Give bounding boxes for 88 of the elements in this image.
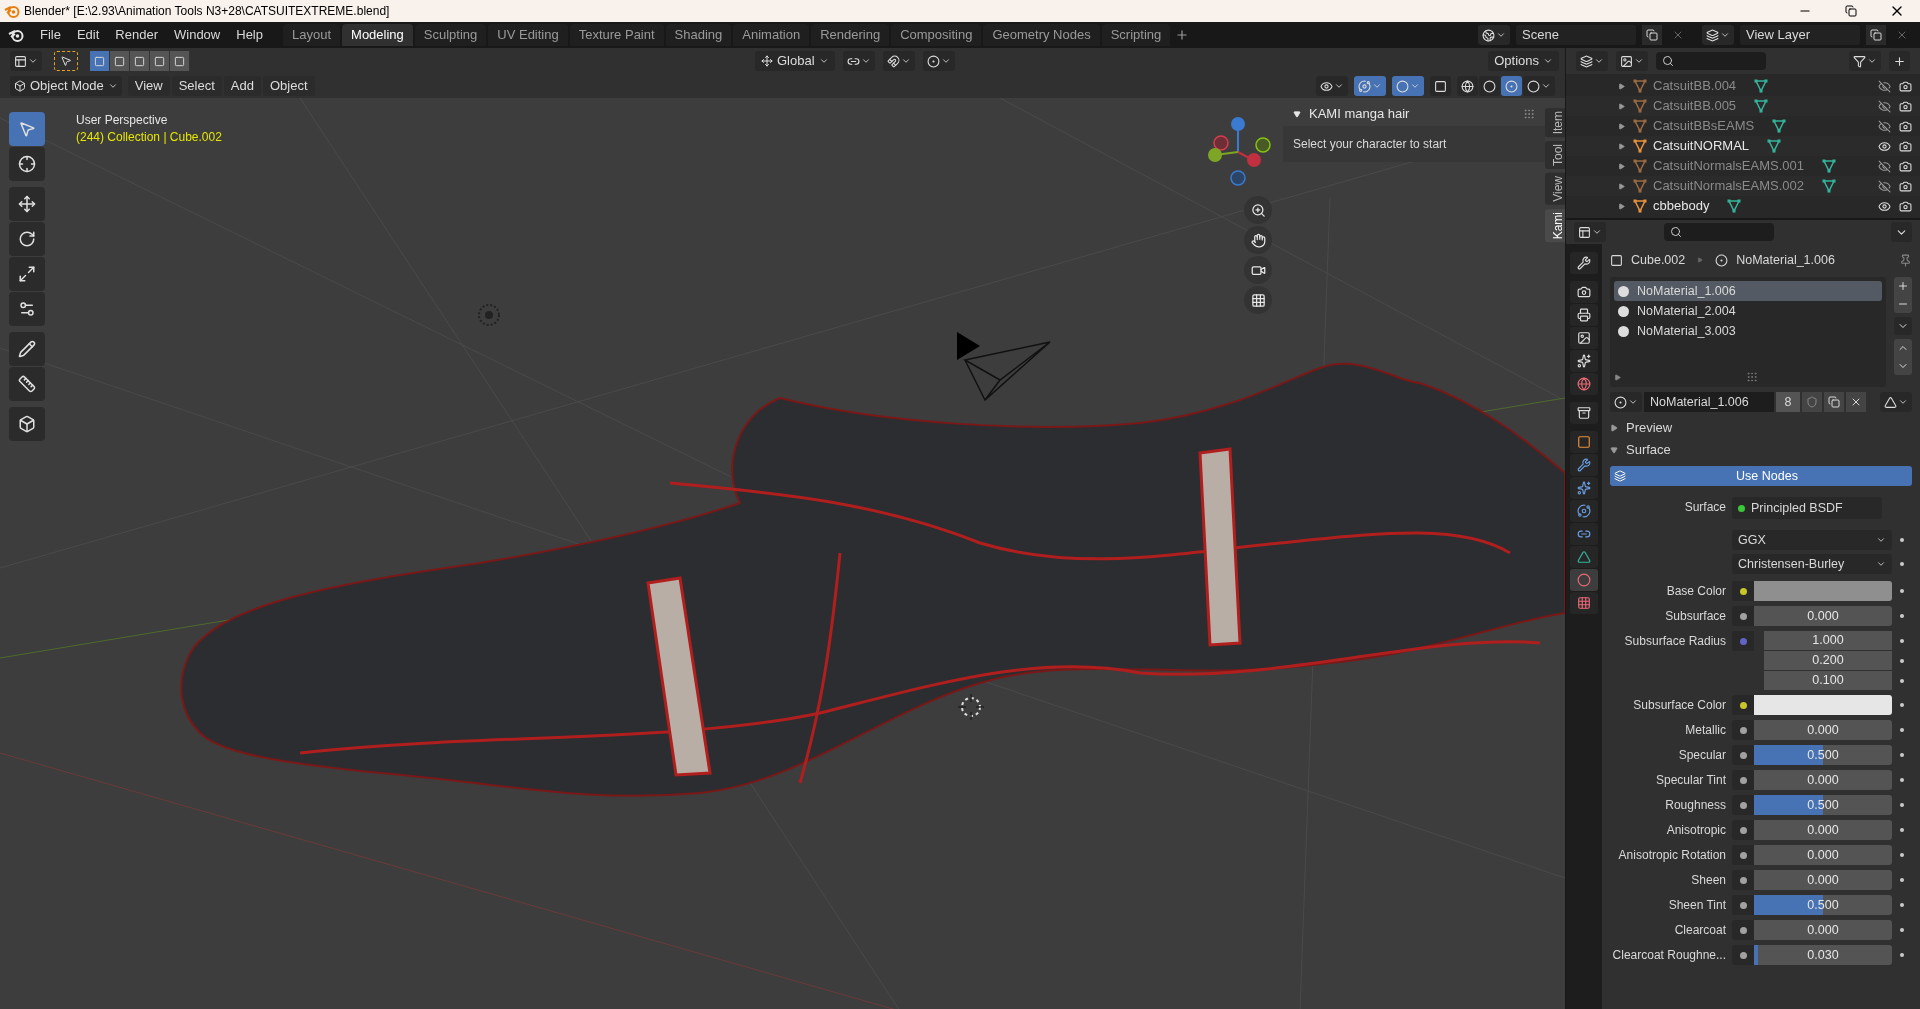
mode-dropdown[interactable]: Object Mode (10, 76, 122, 96)
outliner-item[interactable]: CatsuitBBsEAMS (1653, 116, 1755, 136)
value-slider[interactable]: 0.500 (1754, 795, 1892, 815)
sidebar-tab[interactable]: View (1545, 173, 1565, 206)
input-label: Subsurface Radius (1624, 633, 1726, 650)
workspace-tab[interactable]: Texture Paint (569, 24, 664, 46)
value-slider[interactable]: 0.030 (1754, 945, 1892, 965)
menu-item[interactable]: Edit (68, 25, 108, 45)
input-label: Specular Tint (1655, 772, 1726, 789)
sidebar-tab[interactable]: Kami (1545, 209, 1565, 243)
surface-shader-field[interactable]: Principled BSDF (1732, 497, 1882, 519)
workspace-tab[interactable]: Layout (283, 24, 341, 46)
workspace-tab[interactable]: Compositing (891, 24, 982, 46)
value-slider[interactable]: 0.000 (1754, 870, 1892, 890)
outliner-item[interactable]: CatsuitNormalsEAMS.002 (1653, 176, 1804, 196)
input-label: Subsurface Color (1633, 697, 1726, 714)
menu-item[interactable]: Help (228, 25, 271, 45)
menu-item[interactable]: Window (166, 25, 229, 45)
dropdown[interactable]: GGX (1732, 530, 1892, 550)
viewport-menu[interactable]: Add (223, 76, 261, 96)
input-label: Subsurface (1665, 608, 1726, 625)
scene-field[interactable]: Scene (1516, 25, 1636, 45)
value-slider[interactable]: 0.000 (1754, 606, 1892, 626)
workspace-tab[interactable]: Sculpting (414, 24, 487, 46)
outliner-item[interactable]: CatsuitNormalsEAMS.001 (1653, 156, 1804, 176)
workspace-tab[interactable]: Animation (733, 24, 810, 46)
input-label: Metallic (1685, 722, 1726, 739)
input-label: Clearcoat (1674, 922, 1726, 939)
vector-value-field[interactable]: 0.200 (1764, 651, 1892, 670)
input-label: Specular (1678, 747, 1726, 764)
sidebar-tab[interactable]: Tool (1545, 141, 1565, 170)
value-slider[interactable]: 0.000 (1754, 720, 1892, 740)
workspace-tab[interactable]: Rendering (811, 24, 890, 46)
window-title: Blender* [E:\2.93\Animation Tools N3+28\CATSUITEXTREME.blend] (24, 3, 390, 20)
panel-header[interactable]: Preview (1610, 417, 1912, 439)
workspace-tab[interactable]: Geometry Nodes (983, 24, 1100, 46)
panel-message: Select your character to start (1293, 136, 1447, 153)
slot-name: NoMaterial_3.003 (1637, 322, 1736, 340)
outliner-item[interactable]: CatsuitBB.004 (1653, 76, 1737, 96)
menu-item[interactable]: File (32, 25, 69, 45)
active-object-label: (244) Collection | Cube.002 (76, 129, 222, 146)
slot-name: NoMaterial_1.006 (1637, 282, 1736, 300)
outliner-item[interactable]: cbbebody (1653, 196, 1710, 216)
menu-item[interactable]: Render (107, 25, 166, 45)
value-slider[interactable]: 0.500 (1754, 895, 1892, 915)
input-label: Surface (1684, 499, 1726, 516)
panel-header[interactable]: Surface (1610, 439, 1912, 461)
value-slider[interactable]: 0.500 (1754, 745, 1892, 765)
vector-value-field[interactable]: 0.100 (1764, 671, 1892, 690)
input-label: Roughness (1665, 797, 1726, 814)
use-nodes-button[interactable]: Use Nodes (1610, 466, 1912, 486)
panel-title: Preview (1626, 419, 1673, 438)
material-slot[interactable]: NoMaterial_3.003 (1614, 321, 1882, 341)
vector-value-field[interactable]: 1.000 (1764, 631, 1892, 650)
sidebar-tab[interactable]: Item (1545, 108, 1565, 138)
input-label: Clearcoat Roughne... (1612, 947, 1726, 964)
panel-title: Surface (1626, 441, 1671, 460)
value-slider[interactable]: 0.000 (1754, 845, 1892, 865)
material-name-field[interactable]: NoMaterial_1.006 (1644, 392, 1774, 412)
panel-title: KAMI manga hair (1309, 105, 1410, 124)
workspace-tab[interactable]: Scripting (1101, 24, 1171, 46)
outliner-item[interactable]: CatsuitNORMAL (1653, 136, 1750, 156)
outliner-item[interactable]: CatsuitBB.005 (1653, 96, 1737, 116)
user-count[interactable]: 8 (1776, 392, 1800, 412)
orientation-dropdown[interactable]: Global (755, 51, 835, 71)
input-label: Base Color (1666, 583, 1726, 600)
viewport-menu[interactable]: Select (171, 76, 222, 96)
workspace-tab[interactable]: UV Editing (488, 24, 568, 46)
dropdown[interactable]: Christensen-Burley (1732, 554, 1892, 574)
viewport-menu[interactable]: Object (262, 76, 315, 96)
workspace-tab[interactable]: Modeling (342, 24, 413, 46)
options-button[interactable]: Options (1488, 51, 1559, 71)
viewport-menu[interactable]: View (127, 76, 170, 96)
breadcrumb-material: NoMaterial_1.006 (1736, 251, 1835, 269)
input-label: Sheen (1691, 872, 1726, 889)
material-slot[interactable]: NoMaterial_2.004 (1614, 301, 1882, 321)
input-label: Anisotropic Rotation (1618, 847, 1726, 864)
breadcrumb-object: Cube.002 (1631, 251, 1686, 269)
value-slider[interactable]: 0.000 (1754, 820, 1892, 840)
view-layer-field[interactable]: View Layer (1740, 25, 1860, 45)
view-name-label: User Perspective (76, 112, 169, 129)
material-slot[interactable]: NoMaterial_1.006 (1614, 281, 1882, 301)
workspace-tab[interactable]: Shading (665, 24, 732, 46)
input-label: Anisotropic (1666, 822, 1726, 839)
input-label: Sheen Tint (1668, 897, 1726, 914)
value-slider[interactable]: 0.000 (1754, 920, 1892, 940)
value-slider[interactable]: 0.000 (1754, 770, 1892, 790)
slot-name: NoMaterial_2.004 (1637, 302, 1736, 320)
